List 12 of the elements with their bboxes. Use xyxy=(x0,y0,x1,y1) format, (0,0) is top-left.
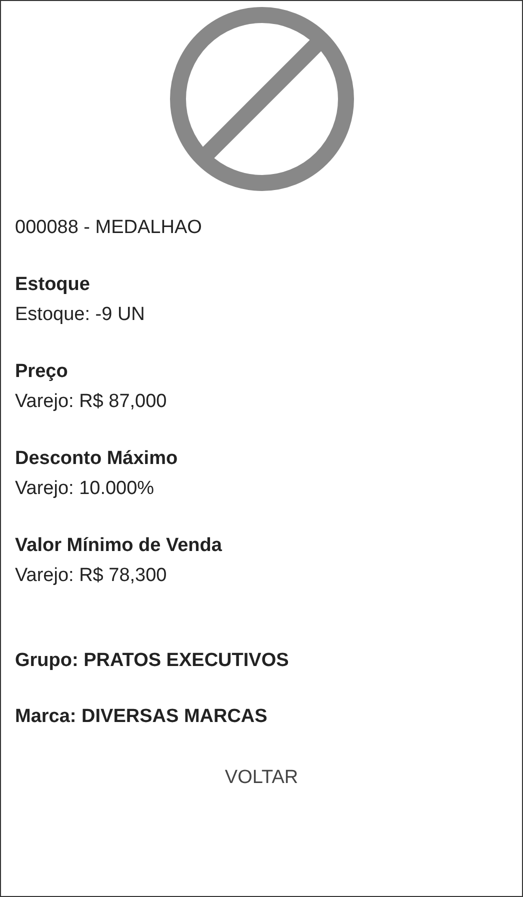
product-title: 000088 - MEDALHAO xyxy=(15,216,203,240)
section-heading: Valor Mínimo de Venda xyxy=(15,534,223,558)
product-group: Grupo: PRATOS EXECUTIVOS xyxy=(15,646,508,676)
section-value: Varejo: R$ 78,300 xyxy=(15,564,168,588)
section-value: Varejo: R$ 87,000 xyxy=(15,390,168,414)
section-heading: Preço xyxy=(15,360,69,384)
section-heading: Desconto Máximo xyxy=(15,447,179,471)
section-value: Estoque: -9 UN xyxy=(15,303,146,327)
product-brand: Marca: DIVERSAS MARCAS xyxy=(15,705,268,729)
back-button[interactable]: VOLTAR xyxy=(216,763,306,793)
section-heading: Estoque xyxy=(15,273,91,297)
section-value: Varejo: 10.000% xyxy=(15,477,156,501)
